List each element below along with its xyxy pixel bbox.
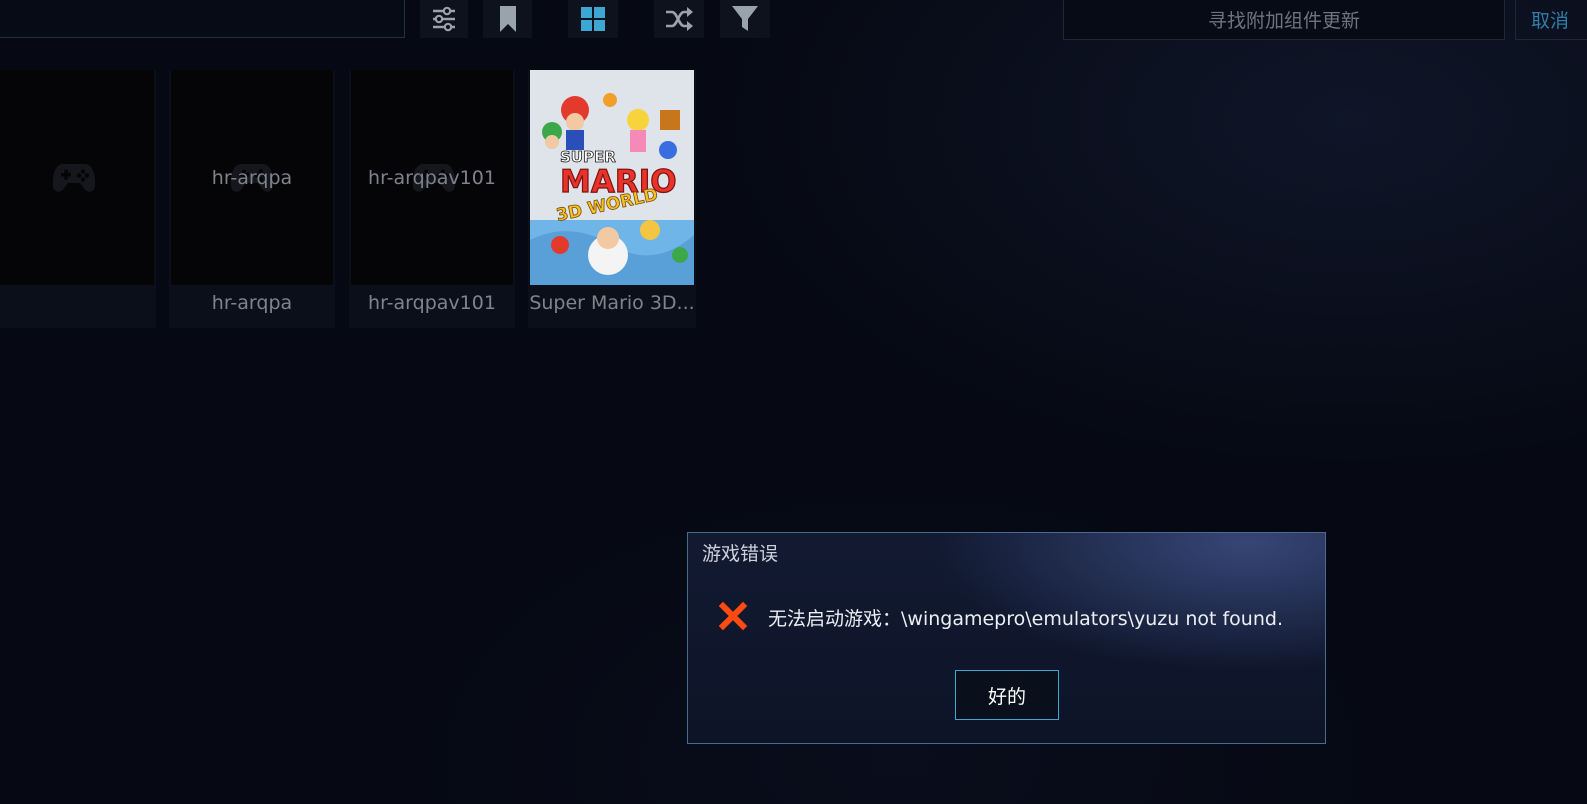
- game-cover: hr-arqpav101: [351, 70, 513, 285]
- dialog-message: 无法启动游戏：\wingamepro\emulators\yuzu not fo…: [768, 608, 1283, 630]
- game-tile[interactable]: hr-arqpa hr-arqpa: [169, 70, 335, 328]
- mario-cover-art: SUPER MARIO 3D WORLD: [530, 70, 694, 285]
- game-cover-text: hr-arqpa: [211, 166, 293, 189]
- filter-icon: [732, 6, 758, 31]
- dialog-title: 游戏错误: [702, 543, 779, 565]
- shuffle-button[interactable]: [654, 0, 704, 38]
- game-tile[interactable]: [0, 70, 156, 328]
- game-title: Super Mario 3D...: [529, 292, 695, 314]
- game-cover: hr-arqpa: [171, 70, 333, 285]
- addon-update-search-label: 寻找附加组件更新: [1207, 9, 1360, 32]
- ok-button[interactable]: 好的: [955, 670, 1059, 720]
- bookmark-button[interactable]: [483, 0, 532, 38]
- app-window: 寻找附加组件更新 取消 hr-arqpa hr-arqpa hr-arqpav1…: [0, 0, 1587, 804]
- sliders-icon: [433, 6, 455, 32]
- grid-view-button[interactable]: [568, 0, 618, 38]
- ok-button-label: 好的: [987, 685, 1026, 708]
- bookmark-icon: [499, 6, 516, 32]
- game-tile[interactable]: hr-arqpav101 hr-arqpav101: [349, 70, 515, 328]
- game-error-dialog: 游戏错误 无法启动游戏：\wingamepro\emulators\yuzu n…: [687, 532, 1326, 744]
- game-title: hr-arqpa: [211, 292, 293, 314]
- cancel-button[interactable]: 取消: [1515, 0, 1587, 40]
- filter-button[interactable]: [720, 0, 770, 38]
- gamepad-icon: [52, 164, 96, 192]
- search-input-left[interactable]: [0, 0, 405, 38]
- game-cover-text: hr-arqpav101: [368, 166, 496, 189]
- game-tile-super-mario[interactable]: SUPER MARIO 3D WORLD Super Mario 3D...: [528, 70, 696, 328]
- grid-icon: [581, 7, 605, 31]
- game-title: hr-arqpav101: [368, 292, 496, 314]
- error-x-icon: [718, 601, 748, 631]
- addon-update-search-field[interactable]: 寻找附加组件更新: [1063, 0, 1505, 40]
- shuffle-icon: [666, 7, 693, 31]
- game-cover: [0, 70, 154, 285]
- settings-sliders-button[interactable]: [420, 0, 468, 38]
- game-cover-art: SUPER MARIO 3D WORLD: [530, 70, 694, 285]
- cancel-label: 取消: [1531, 9, 1570, 32]
